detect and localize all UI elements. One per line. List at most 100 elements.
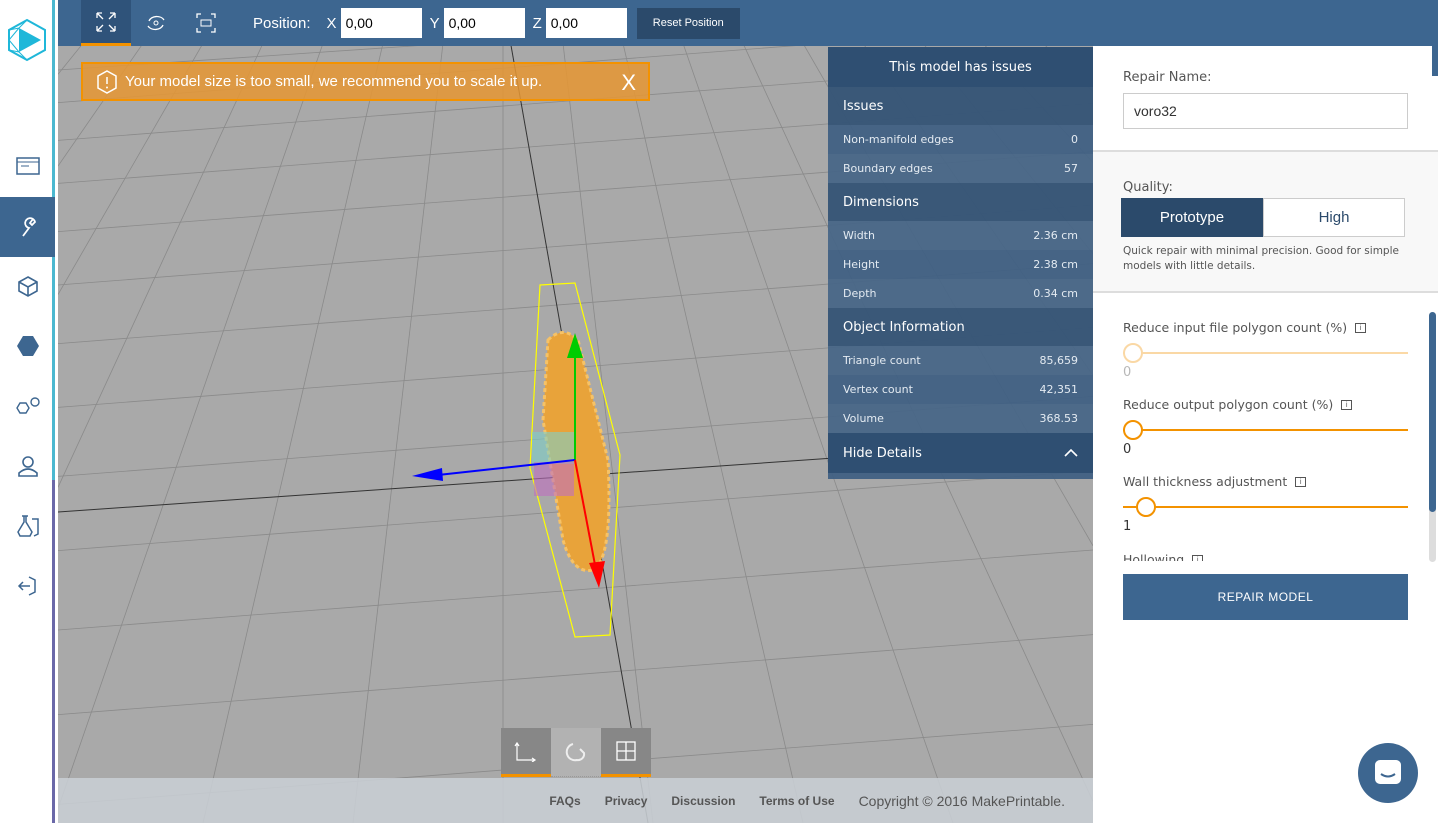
slider[interactable] [1123,497,1408,517]
lab-icon [16,515,39,537]
slider-handle[interactable] [1123,343,1143,363]
warning-alert: Your model size is too small, we recomme… [81,62,650,101]
slider-label: Reduce output polygon count (%) [1123,397,1334,412]
scale-tool-button[interactable] [81,0,131,46]
repair-name-input[interactable] [1123,93,1408,129]
detail-key: Volume [843,412,884,425]
repair-model-button[interactable]: REPAIR MODEL [1123,574,1408,620]
info-icon[interactable]: i [1192,554,1204,561]
viewport-tools [501,728,651,777]
browser-icon [15,157,40,175]
slider-group: Reduce output polygon count (%) i 0 [1123,397,1408,457]
wrench-icon [21,217,36,237]
expand-icon [96,11,116,32]
info-icon[interactable]: i [1355,322,1367,333]
detail-value: 2.38 cm [1033,258,1078,271]
close-alert-button[interactable]: X [621,70,636,96]
nav-model[interactable] [0,256,55,316]
detail-value: 57 [1064,162,1078,175]
slider-group: Wall thickness adjustment i 1 [1123,474,1408,534]
z-label: Z [532,14,542,32]
nav-settings[interactable] [0,376,55,436]
hide-details-button[interactable]: Hide Details [828,433,1093,473]
gizmo-plane [532,432,574,464]
logout-icon [17,576,36,596]
detail-key: Non-manifold edges [843,133,954,146]
position-z-input[interactable] [545,8,627,38]
nav-account[interactable] [0,436,55,496]
nav-repair[interactable] [0,197,55,257]
grid-icon [616,741,636,761]
footer-link-faqs[interactable]: FAQs [549,794,580,808]
slider-handle[interactable] [1136,497,1157,517]
chat-icon [1375,760,1401,784]
repair-panel: Repair Name: Quality: Prototype High Qui… [1093,46,1438,823]
info-icon[interactable]: i [1341,399,1353,410]
reset-position-button[interactable]: Reset Position [636,7,740,39]
fit-icon [196,13,216,33]
slider-value: 1 [1123,519,1132,534]
slider[interactable] [1123,343,1408,363]
slider-handle[interactable] [1123,420,1143,440]
snap-toggle-button[interactable] [551,728,601,777]
footer-link-terms[interactable]: Terms of Use [759,794,834,808]
detail-row: Non-manifold edges 0 [828,125,1093,154]
slider-label: Wall thickness adjustment [1123,474,1288,489]
footer-link-discussion[interactable]: Discussion [671,794,735,808]
fit-tool-button[interactable] [181,0,231,46]
quality-description: Quick repair with minimal precision. Goo… [1123,245,1399,272]
detail-row: Height 2.38 cm [828,250,1093,279]
hollowing-option: Hollowing i [1123,553,1408,561]
position-y-input[interactable] [443,8,525,38]
nav-solid[interactable] [0,316,55,376]
slider-label: Reduce input file polygon count (%) [1123,320,1348,335]
repair-name-label: Repair Name: [1123,70,1212,85]
issues-section-title: Dimensions [828,183,1093,221]
quality-prototype-option[interactable]: Prototype [1121,198,1263,237]
detail-row: Triangle count 85,659 [828,346,1093,375]
cube-icon [17,276,38,297]
hollowing-label: Hollowing [1123,553,1185,561]
axes-icon [514,741,537,762]
issues-panel-title: This model has issues [828,47,1093,87]
user-icon [17,456,38,477]
toolbar: Position: X Y Z Reset Position [58,0,1438,46]
issues-panel: This model has issues Issues Non-manifold… [828,47,1093,479]
issues-section-title: Issues [828,87,1093,125]
grid-line [352,0,449,823]
detail-value: 85,659 [1039,354,1079,367]
detail-row: Boundary edges 57 [828,154,1093,183]
nav-lab[interactable] [0,496,55,556]
panel-scrollbar[interactable] [1429,312,1436,562]
info-icon[interactable]: i [1295,476,1307,487]
hexagon-icon [16,336,39,356]
axes-toggle-button[interactable] [501,728,551,777]
footer: FAQs Privacy Discussion Terms of Use Cop… [58,778,1093,823]
top-scroll-indicator [1432,40,1438,76]
chat-button[interactable] [1358,743,1418,803]
detail-row: Width 2.36 cm [828,221,1093,250]
detail-value: 0.34 cm [1033,287,1078,300]
nav-logout[interactable] [0,556,55,616]
grid-line [612,0,804,823]
sidebar [0,0,55,823]
makeprintable-logo [8,18,46,62]
detail-row: Volume 368.53 [828,404,1093,433]
footer-link-privacy[interactable]: Privacy [605,794,648,808]
magnet-icon [565,743,586,762]
slider-group: Reduce input file polygon count (%) i 0 [1123,320,1408,380]
quality-section: Quality: Prototype High Quick repair wit… [1093,150,1438,293]
position-label: Position: [253,14,311,32]
slider[interactable] [1123,420,1408,440]
grid-toggle-button[interactable] [601,728,651,777]
gears-icon [15,397,40,414]
nav-browser[interactable] [0,136,55,196]
gizmo-plane [534,462,574,496]
alert-text: Your model size is too small, we recomme… [125,73,543,90]
position-x-input[interactable] [340,8,422,38]
scrollbar-thumb[interactable] [1429,312,1436,512]
detail-value: 42,351 [1039,383,1079,396]
rotate-tool-button[interactable] [131,0,181,46]
quality-selector: Prototype High [1121,198,1405,237]
quality-high-option[interactable]: High [1263,198,1405,237]
